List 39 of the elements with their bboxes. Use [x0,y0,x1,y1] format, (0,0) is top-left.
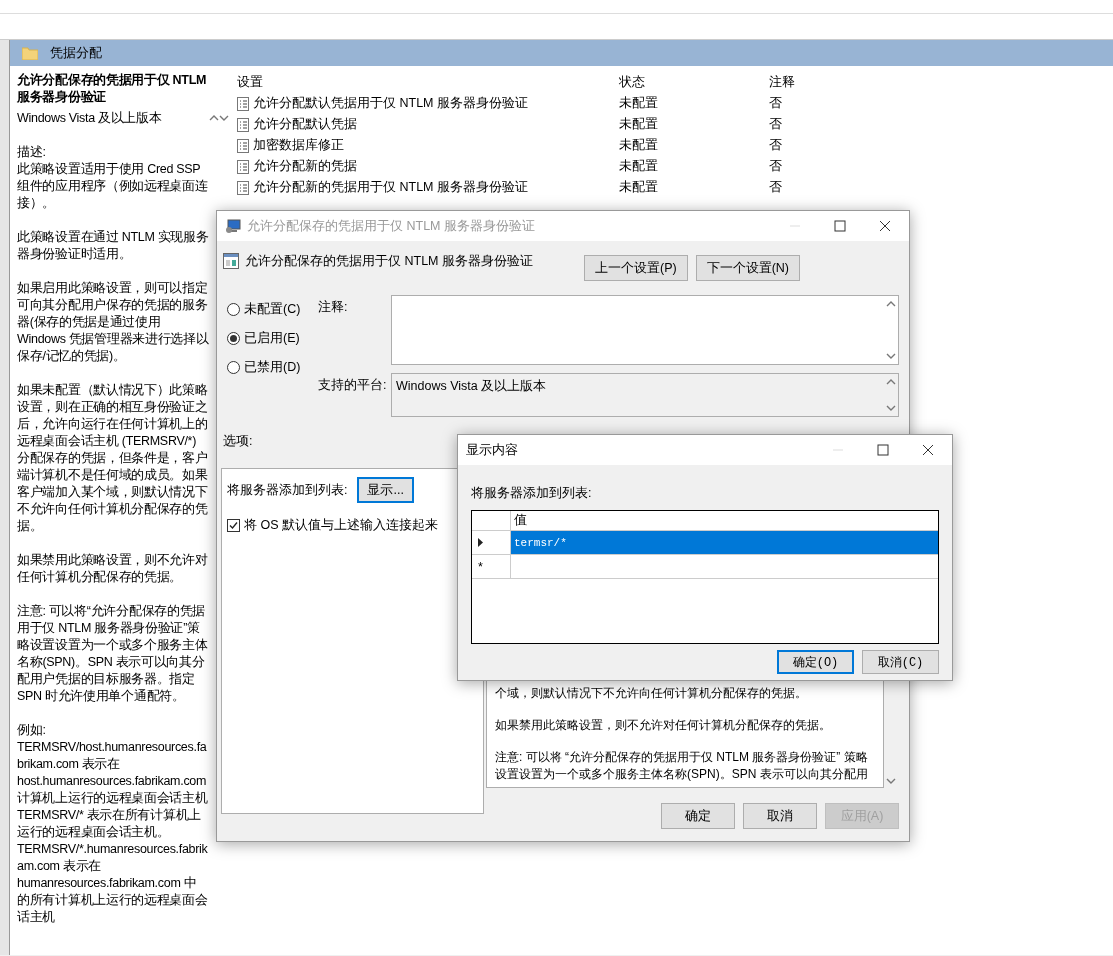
description-text: 如果未配置（默认情况下）此策略设置，则在正确的相互身份验证之后，允许向运行在任何计算机上的远程桌面会话主机 (TERMSRV/*) 分配保存的凭据，但条件是，客户端计算机不是任何域的成员。如果客户端加入某个域，则默认情况下不允许向任何计算机分配保存的凭据。 [17,382,209,535]
description-text: 如果启用此策略设置，则可以指定可向其分配用户保存的凭据的服务器(保存的凭据是通过使用 Windows 凭据管理器来进行选择以保存/记忆的凭据)。 [17,280,209,365]
table-cell-text: 未配置 [619,95,659,112]
table-cell: 允许分配新的凭据 [253,158,357,175]
platform-text: Windows Vista 及以上版本 [395,378,548,395]
table-cell-text: 否 [769,95,783,112]
description-text: 例如: TERMSRV/host.humanresources.fabrikam.com 表示在 host.humanresources.fabrikam.com 计算机上运行的远程桌面会话主机 TERMSRV/* 表示在所有计算机上运行的远程桌面会话主机。 TERMSRV/*.humanresources.fabrikam.com 表示在 humanresources.fabrikam.com 中的所有计算机上运行的远程桌面会话主机 [17,722,209,926]
help-text: 个域，则默认情况下不允许向任何计算机分配保存的凭据。 [495,685,808,702]
table-cell-text: 未配置 [619,137,659,154]
field-label: 支持的平台: [318,377,388,394]
field-label: 注释: [318,299,349,316]
table-cell: 允许分配默认凭据用于仅 NTLM 服务器身份验证 [253,95,528,112]
table-cell: 允许分配默认凭据 [253,116,357,133]
table-cell-text: 未配置 [619,179,659,196]
table-cell-text: 否 [769,116,783,133]
new-row-marker: * [478,559,483,574]
table-cell-text: 否 [769,179,783,196]
table-cell: 允许分配新的凭据用于仅 NTLM 服务器身份验证 [253,179,528,196]
table-cell-text: 未配置 [619,116,659,133]
table-cell-text: 否 [769,137,783,154]
setting-title: 允许分配保存的凭据用于仅 NTLM 服务器身份验证 [17,72,208,106]
help-text: 注意: 可以将 “允许分配保存的凭据用于仅 NTLM 服务器身份验证” 策略设置设置为一个或多个服务主体名称(SPN)。SPN 表示可以向其分配用 [495,749,869,783]
description-text: 此策略设置在通过 NTLM 实现服务器身份验证时适用。 [17,229,209,263]
setting-name: 允许分配保存的凭据用于仅 NTLM 服务器身份验证 [245,253,534,270]
window-title: 允许分配保存的凭据用于仅 NTLM 服务器身份验证 [247,217,536,235]
list-label: 将服务器添加到列表: [471,485,593,502]
option-label: 将服务器添加到列表: [227,481,348,499]
description-text: 如果禁用此策略设置，则不允许对任何计算机分配保存的凭据。 [17,552,209,586]
column-header: 值 [513,512,528,529]
description-text: 描述: 此策略设置适用于使用 Cred SSP 组件的应用程序（例如远程桌面连接）。 [17,144,209,212]
folder-title: 凭据分配 [50,44,102,62]
description-text: Windows Vista 及以上版本 [17,110,163,127]
table-cell-text: 未配置 [619,158,659,175]
table-cell-text: 否 [769,158,783,175]
window-title: 显示内容 [466,441,519,459]
help-text: 如果禁用此策略设置，则不允许对任何计算机分配保存的凭据。 [495,717,832,734]
section-label: 选项: [223,433,253,450]
table-cell: 加密数据库修正 [253,137,344,154]
description-text: 注意: 可以将“允许分配保存的凭据用于仅 NTLM 服务器身份验证”策略设置设置为一个或多个服务主体名称(SPN)。SPN 表示可以向其分配用户凭据的目标服务器。指定 SPN 时允许使用单个通配符。 [17,603,209,705]
